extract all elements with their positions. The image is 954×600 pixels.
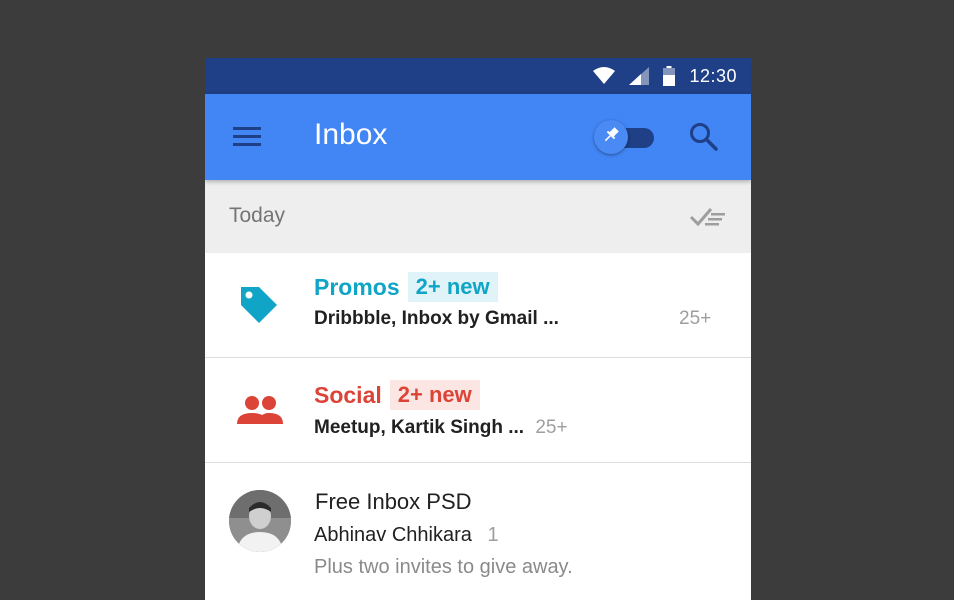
bundle-senders: Meetup, Kartik Singh ... xyxy=(314,417,525,438)
app-toolbar: Inbox xyxy=(205,94,751,180)
email-row[interactable]: Free Inbox PSD Abhinav Chhikara 1 Plus t… xyxy=(205,463,751,600)
email-sender: Abhinav Chhikara xyxy=(314,524,472,546)
email-snippet: Plus two invites to give away. xyxy=(314,556,573,578)
bundle-senders: Dribbble, Inbox by Gmail ... xyxy=(314,308,559,329)
bundle-name-line: Promos 2+ new xyxy=(314,272,498,302)
status-time: 12:30 xyxy=(689,65,737,86)
bundle-count: 25+ xyxy=(679,308,712,329)
pinned-toggle[interactable] xyxy=(594,120,656,154)
page-title: Inbox xyxy=(314,118,388,151)
search-icon[interactable] xyxy=(689,122,719,152)
pin-icon xyxy=(602,126,620,149)
bundle-senders-line: Meetup, Kartik Singh ... 25+ xyxy=(314,417,568,439)
email-from-line: Abhinav Chhikara 1 xyxy=(314,524,499,547)
people-icon xyxy=(237,394,283,431)
menu-icon[interactable] xyxy=(233,124,263,148)
section-header-today: Today xyxy=(205,180,751,253)
email-subject: Free Inbox PSD xyxy=(315,489,472,514)
bundle-count: 25+ xyxy=(535,417,568,438)
section-label: Today xyxy=(229,204,286,227)
bundle-name-line: Social 2+ new xyxy=(314,380,480,410)
bundle-name: Promos xyxy=(314,273,400,300)
bundle-row-promos[interactable]: Promos 2+ new Dribbble, Inbox by Gmail .… xyxy=(205,253,751,358)
tag-icon xyxy=(237,283,281,332)
battery-icon xyxy=(663,66,676,86)
bundle-name: Social xyxy=(314,381,382,408)
wifi-icon xyxy=(593,67,616,85)
toggle-knob xyxy=(594,120,628,154)
new-badge: 2+ new xyxy=(407,272,498,302)
avatar xyxy=(229,490,291,552)
phone-screen: 12:30 Inbox Today Promos 2+ new Dribbble… xyxy=(205,58,751,600)
sweep-done-icon[interactable] xyxy=(689,206,729,228)
new-badge: 2+ new xyxy=(389,380,480,410)
status-bar: 12:30 xyxy=(205,58,751,94)
thread-count: 1 xyxy=(487,524,499,546)
cell-signal-icon xyxy=(629,67,650,85)
bundle-row-social[interactable]: Social 2+ new Meetup, Kartik Singh ... 2… xyxy=(205,358,751,463)
